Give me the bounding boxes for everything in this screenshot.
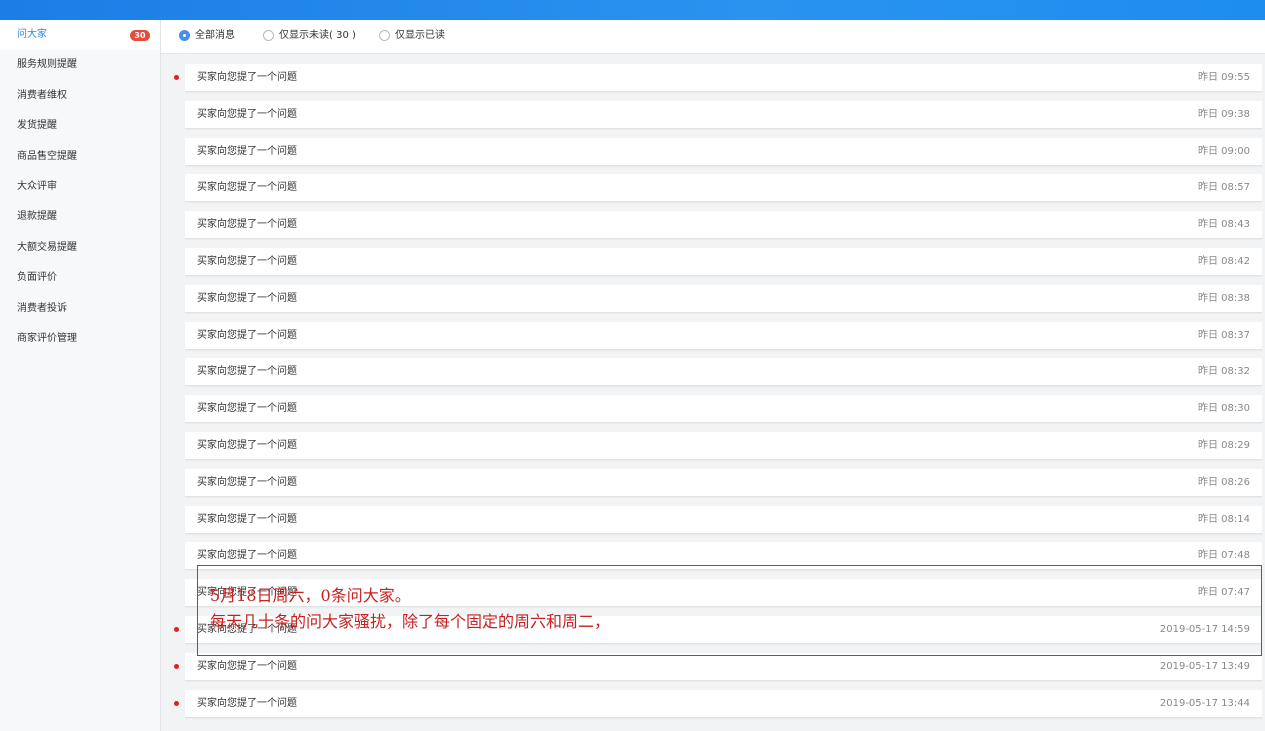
- message-time: 昨日 08:42: [1198, 256, 1250, 267]
- message-row[interactable]: 买家向您提了一个问题 昨日 09:00: [185, 137, 1262, 166]
- message-row[interactable]: 买家向您提了一个问题 昨日 08:37: [185, 321, 1262, 350]
- message-time: 昨日 08:43: [1198, 219, 1250, 231]
- sidebar: 问大家 30 服务规则提醒 消费者维权发货提醒商品售空提醒 大众评审退款提醒大额交易提醒…: [0, 20, 161, 731]
- sidebar-item-label: 消费者维权: [17, 89, 67, 101]
- sidebar-item-negative-review[interactable]: 负面评价: [0, 263, 160, 293]
- message-time: 昨日 08:57: [1198, 182, 1250, 194]
- sidebar-item-merchant-review[interactable]: 商家评价管理: [0, 324, 160, 354]
- message-time: 昨日 08:38: [1198, 292, 1250, 304]
- sidebar-item-label: 发货提醒: [17, 120, 57, 132]
- message-time: 2019-05-17 13:44: [1159, 697, 1250, 709]
- message-time: 昨日 07:48: [1198, 550, 1250, 562]
- message-row[interactable]: 买家向您提了一个问题 昨日 08:32: [185, 358, 1262, 387]
- message-row[interactable]: 买家向您提了一个问题 昨日 09:38: [185, 100, 1262, 129]
- message-title: 买家向您提了一个问题: [197, 476, 297, 488]
- message-title: 买家向您提了一个问题: [197, 182, 297, 194]
- sidebar-item-service-rules[interactable]: 服务规则提醒: [0, 50, 160, 80]
- message-time: 昨日 08:32: [1198, 366, 1250, 378]
- unread-dot-icon: [174, 700, 179, 706]
- message-title: 买家向您提了一个问题: [197, 550, 297, 562]
- message-row[interactable]: 买家向您提了一个问题 昨日 08:43: [185, 211, 1262, 240]
- message-title: 买家向您提了一个问题: [197, 256, 297, 267]
- message-title: 买家向您提了一个问题: [197, 108, 297, 120]
- sidebar-item-public-review[interactable]: 大众评审: [0, 172, 160, 202]
- message-row[interactable]: 买家向您提了一个问题 昨日 08:57: [185, 174, 1262, 203]
- message-title: 买家向您提了一个问题: [197, 697, 297, 709]
- message-time: 昨日 08:30: [1198, 403, 1250, 415]
- unread-dot-icon: [174, 75, 179, 80]
- unread-dot-icon: [174, 663, 179, 669]
- message-time: 昨日 08:37: [1198, 329, 1250, 341]
- message-time: 2019-05-17 14:59: [1159, 624, 1250, 635]
- message-row[interactable]: 买家向您提了一个问题 2019-05-17 13:44: [185, 689, 1262, 718]
- message-title: 买家向您提了一个问题: [197, 366, 297, 378]
- sidebar-item-sold-out-reminder[interactable]: 商品售空提醒: [0, 142, 160, 172]
- message-row[interactable]: 买家向您提了一个问题 昨日 07:48: [185, 542, 1262, 571]
- message-time: 昨日 09:00: [1198, 145, 1250, 157]
- annotation-line-1: 5月18日周六，0条问大家。: [210, 586, 411, 605]
- message-row[interactable]: 买家向您提了一个问题 昨日 09:55: [185, 64, 1262, 92]
- message-title: 买家向您提了一个问题: [197, 513, 297, 525]
- message-time: 昨日 09:38: [1198, 108, 1250, 120]
- message-title: 买家向您提了一个问题: [197, 72, 297, 83]
- sidebar-item-label: 退款提醒: [17, 211, 57, 223]
- radio-checked-icon: [179, 30, 190, 41]
- filter-read-label: 仅显示已读: [395, 30, 445, 41]
- message-row[interactable]: 买家向您提了一个问题 2019-05-17 13:49: [185, 652, 1262, 681]
- message-time: 昨日 08:14: [1198, 513, 1250, 525]
- message-title: 买家向您提了一个问题: [197, 440, 297, 451]
- message-title: 买家向您提了一个问题: [197, 403, 297, 415]
- sidebar-item-label: 消费者投诉: [17, 302, 67, 314]
- message-row[interactable]: 买家向您提了一个问题 昨日 08:29: [185, 432, 1262, 460]
- message-time: 昨日 08:29: [1198, 440, 1250, 451]
- message-row[interactable]: 买家向您提了一个问题 昨日 08:30: [185, 395, 1262, 424]
- message-title: 买家向您提了一个问题: [197, 292, 297, 304]
- sidebar-item-large-transaction[interactable]: 大额交易提醒: [0, 233, 160, 263]
- message-time: 昨日 09:55: [1198, 72, 1250, 83]
- sidebar-item-consumer-complaint[interactable]: 消费者投诉: [0, 294, 160, 324]
- filter-bar: 全部消息 仅显示未读( 30 ) 仅显示已读: [161, 20, 1265, 54]
- message-title: 买家向您提了一个问题: [197, 660, 297, 672]
- sidebar-item-refund-reminder[interactable]: 退款提醒: [0, 202, 160, 232]
- message-row[interactable]: 买家向您提了一个问题 昨日 08:14: [185, 505, 1262, 534]
- filter-unread-label: 仅显示未读( 30 ): [279, 30, 356, 41]
- radio-unchecked-icon: [263, 30, 274, 41]
- message-row[interactable]: 买家向您提了一个问题 昨日 08:26: [185, 468, 1262, 497]
- filter-all-label: 全部消息: [195, 30, 235, 41]
- message-time: 昨日 08:26: [1198, 476, 1250, 488]
- sidebar-item-label: 负面评价: [17, 272, 57, 284]
- annotation-line-2: 每天几十条的问大家骚扰，除了每个固定的周六和周二，: [210, 612, 611, 631]
- sidebar-item-ask-everyone[interactable]: 问大家 30: [0, 20, 160, 51]
- message-title: 买家向您提了一个问题: [197, 329, 297, 341]
- sidebar-item-label: 商品售空提醒: [17, 150, 77, 162]
- sidebar-item-label: 服务规则提醒: [17, 59, 77, 71]
- sidebar-item-label: 问大家: [17, 29, 47, 40]
- sidebar-item-consumer-rights[interactable]: 消费者维权: [0, 81, 160, 111]
- sidebar-item-shipping-reminder[interactable]: 发货提醒: [0, 111, 160, 141]
- message-title: 买家向您提了一个问题: [197, 145, 297, 157]
- message-time: 2019-05-17 13:49: [1159, 660, 1250, 672]
- message-row[interactable]: 买家向您提了一个问题 昨日 08:38: [185, 284, 1262, 313]
- sidebar-item-label: 大众评审: [17, 180, 57, 192]
- message-row[interactable]: 买家向您提了一个问题 昨日 08:42: [185, 248, 1262, 276]
- radio-unchecked-icon: [379, 30, 390, 41]
- top-header-bar: [0, 0, 1265, 20]
- sidebar-item-label: 大额交易提醒: [17, 241, 77, 253]
- unread-count-badge: 30: [130, 30, 150, 41]
- unread-dot-icon: [174, 627, 179, 632]
- message-time: 昨日 07:47: [1198, 587, 1250, 599]
- message-title: 买家向您提了一个问题: [197, 219, 297, 231]
- sidebar-item-label: 商家评价管理: [17, 332, 77, 344]
